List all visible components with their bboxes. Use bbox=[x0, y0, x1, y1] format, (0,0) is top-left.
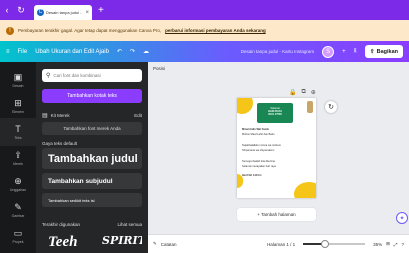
post-text-line: Selamat merayakan hari raya bbox=[242, 165, 276, 168]
lantern-illustration bbox=[307, 101, 313, 113]
draw-icon: ✎ bbox=[14, 201, 22, 212]
new-tab-button[interactable]: + bbox=[98, 5, 104, 16]
canvas-area: Posisi 🔒 ⧉ ⊕ Selamat HARI RAYA IDUL FITR… bbox=[148, 62, 409, 234]
help-icon[interactable]: ? bbox=[401, 242, 404, 247]
greeting-bot: IDUL FITRI bbox=[268, 113, 282, 117]
bottom-bar: ✎ Catatan Halaman 1 / 1 35% ⊞ ⤢ ? bbox=[148, 234, 409, 253]
brand-kit-edit-link[interactable]: Edit bbox=[134, 113, 142, 118]
duplicate-icon[interactable]: ⧉ bbox=[301, 89, 305, 96]
rail-label: Gambar bbox=[11, 213, 25, 218]
redo-icon[interactable]: ↷ bbox=[130, 48, 135, 55]
post-text-line: Mohon Maaf Lahir dan Batin bbox=[242, 133, 275, 136]
add-heading-button[interactable]: Tambahkan judul bbox=[42, 148, 142, 169]
yellow-shape bbox=[237, 98, 253, 114]
rail-label: Unggahan bbox=[9, 187, 27, 192]
page-counter[interactable]: Halaman 1 / 1 bbox=[267, 242, 295, 247]
recent-font-thumb[interactable]: Teeh bbox=[48, 234, 92, 252]
rail-item-text[interactable]: T Teks bbox=[0, 118, 36, 146]
share-label: Bagikan bbox=[376, 48, 398, 55]
add-page-icon[interactable]: ⊕ bbox=[311, 89, 316, 96]
warning-icon: ! bbox=[6, 26, 14, 35]
brand-kit-row: ▤ Kit Merek Edit bbox=[42, 111, 142, 119]
design-icon: ▣ bbox=[13, 71, 23, 82]
rail-item-brand[interactable]: ⇪ Merek bbox=[0, 144, 36, 172]
see-all-link[interactable]: Lihat semua bbox=[117, 222, 142, 227]
add-page-button[interactable]: + Tambah halaman bbox=[237, 208, 316, 221]
close-icon[interactable]: × bbox=[85, 10, 89, 16]
rail-label: Elemen bbox=[12, 109, 24, 114]
zoom-slider-knob[interactable] bbox=[320, 240, 329, 248]
rail-item-projects[interactable]: ▭ Proyek bbox=[0, 222, 36, 250]
fullscreen-icon[interactable]: ⤢ bbox=[394, 242, 398, 247]
text-icon: T bbox=[15, 123, 21, 134]
insights-icon[interactable]: ⫫ bbox=[354, 48, 357, 55]
upload-icon: ⊕ bbox=[14, 175, 22, 186]
grid-view-icon[interactable]: ⊞ bbox=[386, 241, 390, 247]
design-title[interactable]: Desain tanpa judul - Kartu Instagram bbox=[241, 49, 314, 54]
rail-item-draw[interactable]: ✎ Gambar bbox=[0, 196, 36, 224]
brand-icon: ⇪ bbox=[14, 149, 22, 160]
notes-button[interactable]: Catatan bbox=[161, 242, 177, 247]
post-text-line: Taqabbalallahu minna wa minkum bbox=[242, 144, 282, 147]
update-payment-link[interactable]: perbarui informasi pembayaran Anda sekar… bbox=[165, 28, 266, 33]
browser-tab-bar: ‹ ↻ C Desain tanpa judul - Li... × + bbox=[0, 0, 409, 20]
side-rail: ▣ Desain ⊞ Elemen T Teks ⇪ Merek ⊕ Unggahan ✎… bbox=[0, 62, 36, 253]
assistant-icon[interactable]: ✦ bbox=[396, 212, 408, 224]
rail-label: Proyek bbox=[12, 239, 24, 244]
share-button[interactable]: ⇧ Bagikan bbox=[364, 45, 403, 58]
lock-icon[interactable]: 🔒 bbox=[289, 89, 296, 96]
payment-notice-banner: ! Pembayaran terakhir gagal. Agar tetap … bbox=[0, 20, 409, 41]
cloud-save-icon[interactable]: ☁ bbox=[143, 48, 149, 55]
menu-icon[interactable]: ≡ bbox=[6, 49, 10, 55]
recently-used-heading: Terakhir digunakan bbox=[42, 222, 81, 227]
notice-message: Pembayaran terakhir gagal. Agar tetap da… bbox=[18, 28, 162, 33]
add-member-icon[interactable]: + bbox=[342, 49, 346, 55]
add-text-box-button[interactable]: Tambahkan kotak teks bbox=[42, 89, 142, 103]
rail-label: Teks bbox=[14, 135, 22, 140]
yellow-shape bbox=[294, 182, 316, 198]
zoom-slider[interactable] bbox=[303, 240, 366, 248]
notes-icon[interactable]: ✎ bbox=[153, 241, 157, 247]
design-page[interactable]: Selamat HARI RAYA IDUL FITRI Minal Aidin… bbox=[237, 98, 316, 198]
refresh-icon[interactable]: ↻ bbox=[14, 5, 28, 16]
zoom-level[interactable]: 35% bbox=[373, 242, 382, 247]
rail-item-design[interactable]: ▣ Desain bbox=[0, 66, 36, 94]
share-icon: ⇧ bbox=[369, 48, 375, 55]
rail-label: Desain bbox=[12, 83, 24, 88]
post-text-line: Idul Fitri 1444 H bbox=[242, 174, 262, 177]
font-search[interactable]: ⚲ bbox=[42, 69, 142, 82]
brand-kit-icon: ▤ bbox=[42, 112, 48, 119]
editor-toolbar: ≡ File Ubah Ukuran dan Edit Ajaib ↶ ↷ ☁ … bbox=[0, 41, 409, 62]
back-icon[interactable]: ‹ bbox=[0, 5, 14, 15]
rail-item-uploads[interactable]: ⊕ Unggahan bbox=[0, 170, 36, 198]
elements-icon: ⊞ bbox=[14, 97, 22, 108]
post-text-line: Minal Aidin Wal Faizin bbox=[242, 128, 270, 131]
file-menu[interactable]: File bbox=[18, 49, 28, 55]
recently-used-row: Terakhir digunakan Lihat semua bbox=[42, 222, 142, 227]
rail-item-elements[interactable]: ⊞ Elemen bbox=[0, 92, 36, 120]
browser-tab[interactable]: C Desain tanpa judul - Li... × bbox=[34, 5, 92, 20]
page-tools: 🔒 ⧉ ⊕ bbox=[289, 89, 316, 96]
search-icon: ⚲ bbox=[46, 73, 51, 79]
brand-kit-label: Kit Merek bbox=[50, 112, 70, 118]
resize-button[interactable]: Ubah Ukuran dan Edit Ajaib bbox=[35, 49, 109, 55]
rotate-icon[interactable]: ↻ bbox=[325, 101, 337, 113]
default-styles-heading: Gaya teks default bbox=[42, 141, 78, 146]
add-subheading-button[interactable]: Tambahkan subjudul bbox=[42, 173, 142, 189]
tab-title: Desain tanpa judul - Li... bbox=[46, 10, 83, 15]
page-label: Posisi bbox=[153, 66, 166, 71]
projects-icon: ▭ bbox=[13, 227, 23, 238]
add-brand-fonts-button[interactable]: Tambahkan font merek Anda bbox=[42, 122, 142, 135]
canva-icon: C bbox=[37, 9, 44, 16]
avatar[interactable]: S bbox=[322, 45, 335, 58]
greeting-frame: Selamat HARI RAYA IDUL FITRI bbox=[257, 103, 293, 123]
undo-icon[interactable]: ↶ bbox=[117, 48, 122, 55]
search-input[interactable] bbox=[53, 73, 134, 78]
recent-font-thumb[interactable]: SPIRIT bbox=[102, 234, 142, 252]
rail-label: Merek bbox=[13, 161, 23, 166]
post-text-line: Shiyamana wa shiyamakum bbox=[242, 149, 275, 152]
add-body-text-button[interactable]: Tambahkan sedikit teks isi bbox=[42, 193, 142, 207]
post-text-line: Semoga ibadah kita diterima bbox=[242, 160, 275, 163]
text-panel: ⚲ Tambahkan kotak teks ▤ Kit Merek Edit … bbox=[36, 62, 148, 253]
